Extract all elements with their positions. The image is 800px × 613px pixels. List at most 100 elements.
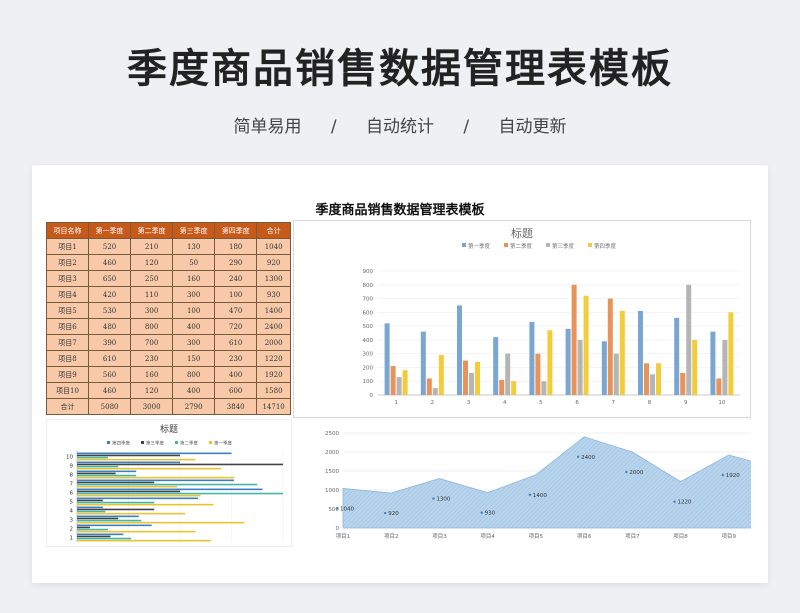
table-cell: 14710	[256, 398, 291, 415]
y-tick-label: 800	[363, 283, 374, 289]
y-tick-label: 2500	[325, 431, 339, 437]
column-bar	[426, 378, 432, 395]
spreadsheet-preview: 季度商品销售数据管理表模板 项目名称 第一季度 第二季度 第三季度 第四季度 合计 项目1…	[32, 165, 768, 583]
table-cell: 1920	[256, 366, 291, 383]
data-label: 1400	[533, 493, 547, 499]
column-chart-title: 标题	[511, 227, 533, 240]
column-bar	[644, 363, 649, 395]
table-cell: 720	[214, 318, 258, 335]
data-point	[528, 493, 532, 496]
table-header-row: 项目名称 第一季度 第二季度 第三季度 第四季度 合计	[45, 222, 291, 239]
table-cell: 130	[172, 238, 216, 255]
table-row: 合计 5080 3000 2790 3840 14710	[45, 398, 291, 415]
y-tick-label: 0	[336, 526, 340, 532]
table-cell: 230	[214, 350, 258, 367]
table-cell: 项目4	[45, 286, 90, 303]
column-bar	[402, 370, 408, 395]
x-tick-label: 项目4	[480, 533, 495, 540]
table-cell: 项目7	[45, 334, 90, 351]
data-label: 1920	[726, 473, 740, 479]
table-cell: 2400	[256, 318, 291, 335]
hbar	[77, 452, 232, 455]
legend-label: 第三季度	[146, 440, 164, 447]
column-bar	[686, 284, 692, 395]
legend-label: 第二季度	[180, 440, 198, 447]
hbar	[77, 526, 90, 529]
data-point	[432, 497, 435, 500]
table-cell: 项目9	[45, 366, 90, 383]
table-cell: 120	[130, 382, 174, 399]
table-cell: 项目5	[45, 302, 90, 319]
column-bar	[475, 361, 480, 395]
hbar	[77, 488, 263, 491]
legend-label: 第四季度	[594, 242, 617, 250]
y-tick-label: 7	[70, 482, 74, 488]
table-cell: 560	[88, 366, 132, 383]
horizontal-bar-chart: 第四季度 第三季度 第二季度 第一季度 1 2 3 4 5 6 7 8 9 10	[66, 440, 284, 542]
column-bar	[511, 381, 517, 395]
hbar	[77, 467, 222, 470]
table-cell: 610	[88, 350, 132, 367]
hbar	[77, 481, 155, 484]
legend-swatch	[504, 243, 508, 247]
column-bar	[457, 305, 462, 395]
hbar	[77, 515, 139, 518]
column-bar	[722, 339, 728, 395]
data-point	[625, 470, 628, 474]
hbar	[77, 521, 245, 524]
data-label: 1220	[678, 500, 692, 506]
hbar	[77, 454, 180, 457]
table-cell: 160	[172, 270, 216, 287]
table-cell: 项目8	[45, 350, 90, 367]
y-tick-label: 1500	[325, 469, 339, 475]
table-cell: 100	[172, 302, 216, 319]
hbar	[77, 528, 108, 531]
hbar	[77, 519, 142, 522]
hbar	[77, 535, 111, 538]
legend-label: 第四季度	[112, 440, 130, 447]
column-chart-panel: 标题 第一季度 第二季度 第三季度 第四季度 0 100 200 300 400 500 600 70…	[293, 220, 751, 418]
x-tick-label: 4	[503, 400, 507, 406]
column-bar	[384, 323, 390, 395]
x-tick-label: 2	[431, 400, 435, 406]
y-tick-label: 2000	[325, 450, 339, 456]
y-tick-label: 100	[363, 379, 374, 385]
column-bar	[547, 330, 553, 395]
table-cell: 1400	[256, 302, 291, 319]
area-chart: 0500100015002000250010409201300930140024…	[325, 431, 768, 540]
table-row: 项目1 520 210 130 180 1040	[45, 238, 291, 255]
hbar	[77, 501, 155, 504]
data-label: 920	[388, 511, 399, 517]
table-row: 项目10 460 120 400 600 1580	[45, 382, 291, 399]
table-cell: 50	[172, 254, 216, 271]
hbar	[77, 497, 199, 500]
y-tick-label: 9	[70, 464, 74, 470]
column-header: 第三季度	[172, 222, 216, 239]
data-point	[335, 507, 339, 510]
y-tick-label: 1000	[325, 488, 339, 494]
table-cell: 230	[130, 350, 174, 367]
table-row: 项目4 420 110 300 100 930	[45, 286, 291, 303]
column-bar	[638, 310, 643, 395]
table-cell: 150	[172, 350, 216, 367]
hbar	[77, 472, 116, 475]
column-bar	[674, 317, 680, 395]
table-cell: 800	[172, 366, 216, 383]
column-header: 项目名称	[45, 222, 90, 239]
column-header: 第一季度	[88, 222, 132, 239]
data-label: 1040	[340, 506, 354, 512]
data-point	[384, 511, 387, 515]
y-tick-label: 900	[363, 269, 374, 275]
data-point	[673, 500, 676, 503]
table-cell: 390	[88, 334, 132, 351]
hbar	[77, 485, 178, 488]
y-tick-label: 2	[70, 527, 74, 533]
column-bar	[619, 310, 625, 395]
table-cell: 210	[130, 238, 174, 255]
column-bar	[469, 372, 474, 395]
hbar	[77, 494, 201, 497]
hbar	[77, 456, 108, 459]
legend-swatch	[546, 243, 550, 247]
column-bar	[692, 339, 698, 395]
hbar	[77, 490, 180, 493]
